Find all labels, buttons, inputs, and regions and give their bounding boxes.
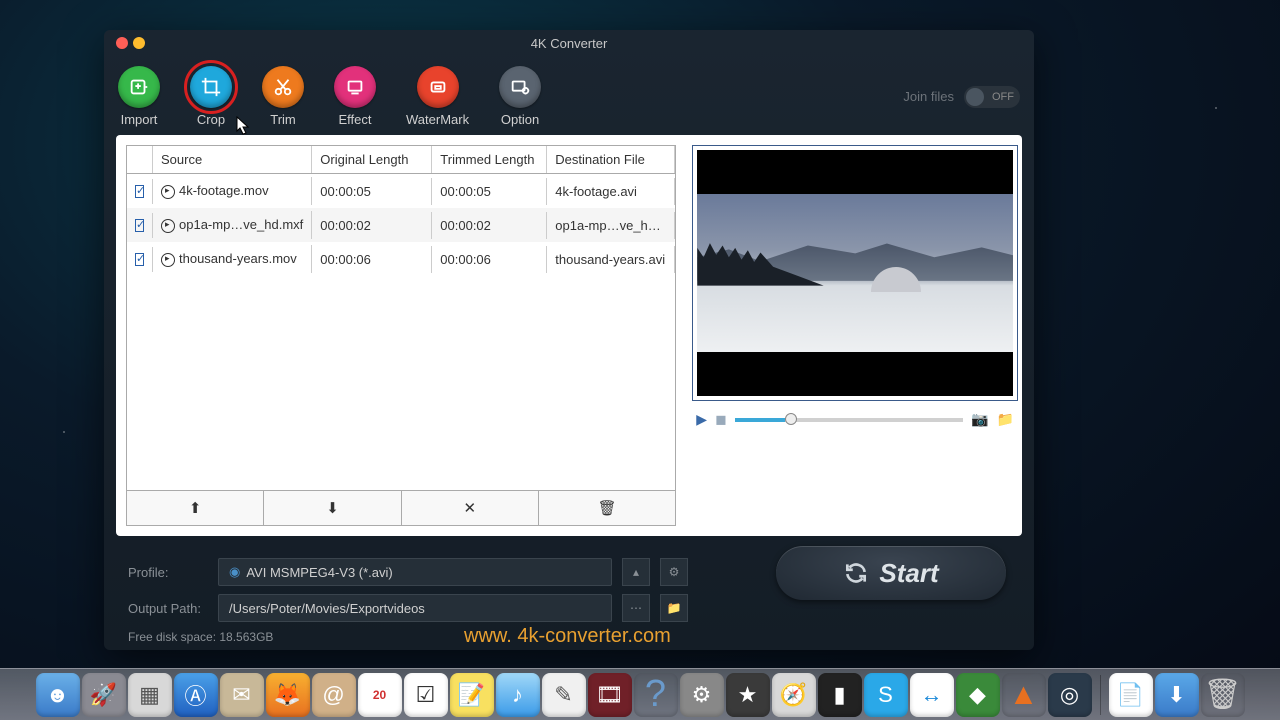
refresh-icon	[843, 560, 869, 586]
effect-button[interactable]: Effect	[334, 66, 376, 127]
open-folder-icon[interactable]: 📁	[997, 411, 1014, 428]
main-body: Source Original Length Trimmed Length De…	[116, 135, 1022, 536]
dock-divider	[1100, 675, 1101, 715]
window-title: 4K Converter	[104, 36, 1034, 51]
profile-settings-button[interactable]: ⚙	[660, 558, 688, 586]
table-footer: ⬆ ⬇ ✕ 🗑	[127, 490, 675, 525]
dock-notes-icon[interactable]: 📝	[450, 673, 494, 717]
dock-textedit-icon[interactable]: ✎	[542, 673, 586, 717]
import-button[interactable]: Import	[118, 66, 160, 127]
start-button[interactable]: Start	[776, 546, 1006, 600]
stop-icon[interactable]: ◼	[715, 411, 727, 428]
dock-safari-icon[interactable]: 🧭	[772, 673, 816, 717]
media-icon	[161, 185, 175, 199]
header-original-length[interactable]: Original Length	[312, 146, 432, 173]
header-source[interactable]: Source	[153, 146, 312, 173]
titlebar: 4K Converter	[104, 30, 1034, 56]
move-down-button[interactable]: ⬇	[264, 491, 401, 525]
dock-itunes-icon[interactable]: ♪	[496, 673, 540, 717]
toggle-knob-icon	[966, 88, 984, 106]
dock-launchpad-icon[interactable]: 🚀	[82, 673, 126, 717]
highlight-ring-icon	[184, 60, 238, 114]
profile-dropdown-button[interactable]: ▴	[622, 558, 650, 586]
import-icon	[118, 66, 160, 108]
dock-vlc-icon[interactable]: ▲	[1002, 673, 1046, 717]
slider-thumb-icon[interactable]	[785, 413, 797, 425]
dock-help-icon[interactable]: ?	[634, 673, 678, 717]
media-icon	[161, 219, 175, 233]
dock-document-icon[interactable]: 📄	[1109, 673, 1153, 717]
watermark-icon	[417, 66, 459, 108]
row-checkbox[interactable]	[135, 219, 144, 232]
output-path-field[interactable]: /Users/Poter/Movies/Exportvideos	[218, 594, 612, 622]
crop-icon	[190, 66, 232, 108]
dock: ☻ 🚀 ▦ Ⓐ ✉ 🦊 @ 20 ☑ 📝 ♪ ✎ 🎞 ? ⚙ ★ 🧭 ▮ S ↔…	[0, 668, 1280, 720]
row-checkbox[interactable]	[135, 253, 144, 266]
crop-button[interactable]: Crop	[190, 66, 232, 127]
preview-image	[697, 194, 1013, 351]
dock-mail-icon[interactable]: ✉	[220, 673, 264, 717]
dock-teamviewer-icon[interactable]: ↔	[910, 673, 954, 717]
dock-finder-icon[interactable]: ☻	[36, 673, 80, 717]
dock-converter-icon[interactable]: ◎	[1048, 673, 1092, 717]
dock-app-icon[interactable]: ◆	[956, 673, 1000, 717]
profile-label: Profile:	[128, 565, 208, 580]
dock-appstore-icon[interactable]: Ⓐ	[174, 673, 218, 717]
table-row[interactable]: op1a-mp…ve_hd.mxf 00:00:02 00:00:02 op1a…	[127, 208, 675, 242]
play-icon[interactable]: ▶	[696, 411, 707, 428]
dock-mission-control-icon[interactable]: ▦	[128, 673, 172, 717]
header-checkbox-col	[127, 146, 153, 173]
join-files-toggle[interactable]: OFF	[964, 86, 1020, 108]
profile-select[interactable]: ◉AVI MSMPEG4-V3 (*.avi)	[218, 558, 612, 586]
watermark-button[interactable]: WaterMark	[406, 66, 469, 127]
dock-preferences-icon[interactable]: ⚙	[680, 673, 724, 717]
preview-video[interactable]	[697, 150, 1013, 396]
preview-controls: ▶ ◼ 📷 📁	[692, 401, 1018, 438]
dock-contacts-icon[interactable]: @	[312, 673, 356, 717]
option-icon	[499, 66, 541, 108]
seek-slider[interactable]	[735, 418, 964, 422]
dock-skype-icon[interactable]: S	[864, 673, 908, 717]
option-button[interactable]: Option	[499, 66, 541, 127]
dock-terminal-icon[interactable]: ▮	[818, 673, 862, 717]
browse-button[interactable]: ⋯	[622, 594, 650, 622]
open-output-button[interactable]: 📁	[660, 594, 688, 622]
header-destination[interactable]: Destination File	[547, 146, 675, 173]
preview-panel: ▶ ◼ 📷 📁	[692, 145, 1018, 526]
dock-reminders-icon[interactable]: ☑	[404, 673, 448, 717]
trim-button[interactable]: Trim	[262, 66, 304, 127]
output-path-label: Output Path:	[128, 601, 208, 616]
effect-icon	[334, 66, 376, 108]
app-window: 4K Converter Import Crop Trim Effect Wat…	[104, 30, 1034, 650]
preview-frame	[692, 145, 1018, 401]
media-icon	[161, 253, 175, 267]
join-files-control: Join files OFF	[903, 86, 1020, 108]
table-row[interactable]: thousand-years.mov 00:00:06 00:00:06 tho…	[127, 242, 675, 276]
join-files-label: Join files	[903, 89, 954, 104]
delete-button[interactable]: 🗑	[539, 491, 675, 525]
dock-calendar-icon[interactable]: 20	[358, 673, 402, 717]
remove-button[interactable]: ✕	[402, 491, 539, 525]
scissors-icon	[262, 66, 304, 108]
table-row[interactable]: 4k-footage.mov 00:00:05 00:00:05 4k-foot…	[127, 174, 675, 208]
file-table: Source Original Length Trimmed Length De…	[127, 146, 675, 490]
website-url: www. 4k-converter.com	[464, 625, 671, 648]
dock-trash-icon[interactable]: 🗑	[1201, 673, 1245, 717]
dock-downloads-icon[interactable]: ⬇	[1155, 673, 1199, 717]
row-checkbox[interactable]	[135, 185, 144, 198]
dock-firefox-icon[interactable]: 🦊	[266, 673, 310, 717]
dock-imovie-icon[interactable]: ★	[726, 673, 770, 717]
dock-photobooth-icon[interactable]: 🎞	[588, 673, 632, 717]
move-up-button[interactable]: ⬆	[127, 491, 264, 525]
header-trimmed-length[interactable]: Trimmed Length	[432, 146, 547, 173]
snapshot-icon[interactable]: 📷	[971, 411, 988, 428]
toolbar: Import Crop Trim Effect WaterMark Option…	[104, 56, 1034, 135]
file-list-panel: Source Original Length Trimmed Length De…	[126, 145, 676, 526]
table-header: Source Original Length Trimmed Length De…	[127, 146, 675, 174]
